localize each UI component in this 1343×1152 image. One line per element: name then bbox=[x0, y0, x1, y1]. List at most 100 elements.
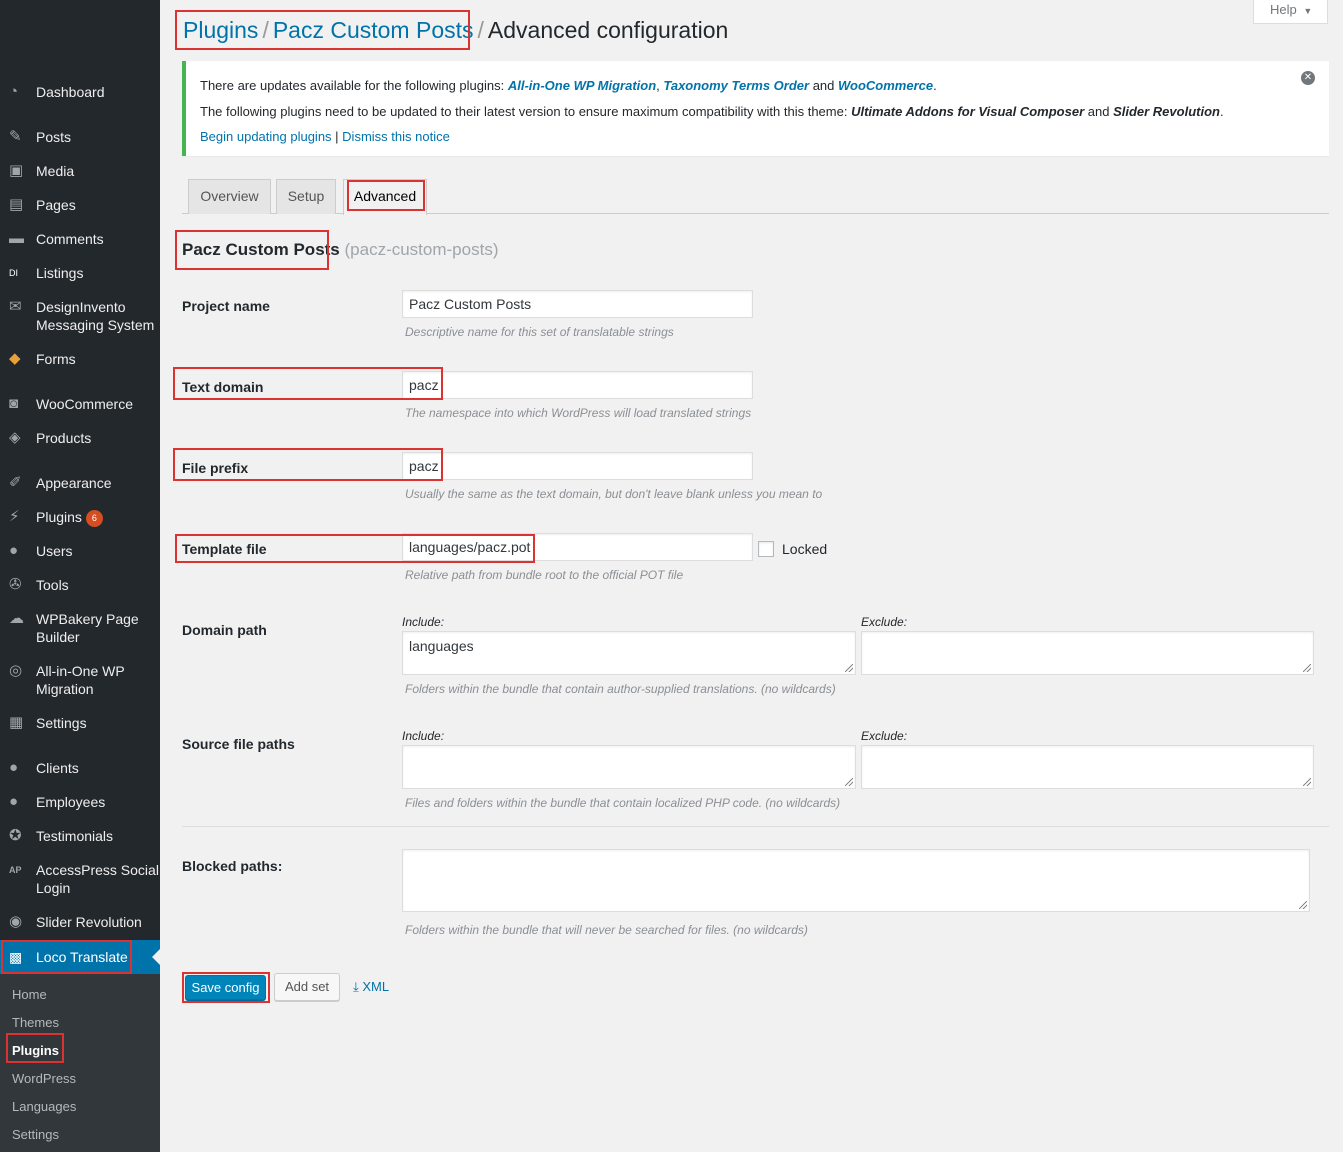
sidebar-item-label: Testimonials bbox=[36, 828, 114, 844]
section-divider bbox=[182, 826, 1329, 827]
locked-label[interactable]: Locked bbox=[782, 540, 827, 558]
domain-path-label: Domain path bbox=[182, 622, 267, 638]
submenu-item-settings[interactable]: Settings bbox=[12, 1127, 59, 1143]
sidebar-item-comments[interactable]: ▬ Comments bbox=[0, 230, 160, 248]
submenu-item-languages[interactable]: Languages bbox=[12, 1099, 76, 1115]
dismiss-notice-link[interactable]: Dismiss this notice bbox=[342, 129, 450, 144]
submenu-item-home[interactable]: Home bbox=[12, 987, 47, 1003]
page-title: Advanced configuration bbox=[487, 17, 729, 43]
help-label: Help bbox=[1270, 2, 1297, 17]
sidebar-item-listings[interactable]: DI Listings bbox=[0, 264, 160, 282]
sidebar-item-tools[interactable]: ✇ Tools bbox=[0, 576, 160, 594]
tab-setup[interactable]: Setup bbox=[276, 179, 336, 214]
sidebar-item-media[interactable]: ▣ Media bbox=[0, 162, 160, 180]
notice-plugin-link[interactable]: All-in-One WP Migration bbox=[508, 78, 656, 93]
breadcrumb-project-link[interactable]: Pacz Custom Posts bbox=[273, 17, 474, 43]
template-file-input[interactable]: languages/pacz.pot bbox=[402, 533, 753, 561]
sidebar-item-clients[interactable]: ● Clients bbox=[0, 759, 160, 777]
sidebar-item-accesspress[interactable]: AP AccessPress Social Login bbox=[0, 861, 160, 897]
domain-include-label: Include: bbox=[402, 615, 445, 629]
media-icon: ▣ bbox=[9, 162, 24, 179]
sidebar-item-label: Listings bbox=[36, 265, 84, 281]
close-icon[interactable]: ✕ bbox=[1301, 71, 1315, 85]
tab-overview[interactable]: Overview bbox=[188, 179, 271, 214]
add-set-button[interactable]: Add set bbox=[274, 973, 340, 1001]
sidebar-item-label: Comments bbox=[36, 231, 104, 247]
sidebar-item-migration[interactable]: ◎ All-in-One WP Migration bbox=[0, 662, 160, 698]
blocked-paths-textarea[interactable] bbox=[402, 849, 1310, 912]
source-paths-label: Source file paths bbox=[182, 736, 295, 752]
submenu-item-plugins[interactable]: Plugins bbox=[12, 1043, 59, 1059]
sidebar-item-products[interactable]: ◈ Products bbox=[0, 429, 160, 447]
clients-icon: ● bbox=[9, 759, 19, 776]
comments-icon: ▬ bbox=[9, 230, 24, 247]
sidebar-item-pages[interactable]: ▤ Pages bbox=[0, 196, 160, 214]
project-title: Pacz Custom Posts bbox=[182, 240, 340, 259]
sidebar-item-wpbakery[interactable]: ☁ WPBakery Page Builder bbox=[0, 610, 160, 646]
sidebar-item-slider-revolution[interactable]: ◉ Slider Revolution bbox=[0, 913, 160, 931]
admin-sidebar: ◔ Dashboard ✎ Posts ▣ Media ▤ Pages ▬ Comment… bbox=[0, 0, 160, 1152]
file-prefix-input[interactable]: pacz bbox=[402, 452, 753, 480]
project-heading: Pacz Custom Posts (pacz-custom-posts) bbox=[182, 238, 498, 262]
testimonials-icon: ✪ bbox=[9, 827, 22, 844]
update-notice: There are updates available for the foll… bbox=[182, 61, 1329, 156]
xml-label: XML bbox=[362, 979, 390, 994]
employees-icon: ● bbox=[9, 793, 19, 810]
notice-plugin-link[interactable]: Taxonomy Terms Order bbox=[663, 78, 809, 93]
sidebar-item-label: Slider Revolution bbox=[36, 914, 142, 930]
source-exclude-label: Exclude: bbox=[861, 729, 908, 743]
domain-exclude-textarea[interactable] bbox=[861, 631, 1314, 675]
sidebar-item-messaging[interactable]: ✉ DesignInvento Messaging System bbox=[0, 298, 160, 334]
breadcrumb-plugins-link[interactable]: Plugins bbox=[183, 17, 258, 43]
settings-icon: ▦ bbox=[9, 714, 24, 731]
sidebar-item-users[interactable]: ● Users bbox=[0, 542, 160, 560]
source-exclude-textarea[interactable] bbox=[861, 745, 1314, 789]
sidebar-item-posts[interactable]: ✎ Posts bbox=[0, 128, 160, 146]
project-name-input[interactable]: Pacz Custom Posts bbox=[402, 290, 753, 318]
sidebar-item-dashboard[interactable]: ◔ Dashboard bbox=[0, 83, 160, 101]
woocommerce-icon: ◙ bbox=[9, 395, 19, 412]
save-config-button[interactable]: Save config bbox=[185, 975, 266, 1000]
source-include-textarea[interactable] bbox=[402, 745, 856, 789]
template-file-label: Template file bbox=[182, 541, 267, 557]
dashboard-icon: ◔ bbox=[9, 83, 19, 100]
tab-advanced[interactable]: Advanced bbox=[343, 179, 427, 215]
domain-include-textarea[interactable]: languages bbox=[402, 631, 856, 675]
sidebar-item-plugins[interactable]: ⚡ Plugins 6 bbox=[0, 508, 160, 527]
domain-exclude-label: Exclude: bbox=[861, 615, 908, 629]
sidebar-item-loco-translate[interactable]: ▩ Loco Translate bbox=[0, 940, 160, 974]
posts-icon: ✎ bbox=[9, 128, 22, 145]
sidebar-item-testimonials[interactable]: ✪ Testimonials bbox=[0, 827, 160, 845]
notice-plugin-name: Slider Revolution bbox=[1113, 104, 1220, 119]
locked-checkbox[interactable] bbox=[758, 541, 774, 557]
help-tab-button[interactable]: Help ▼ bbox=[1253, 0, 1328, 24]
sidebar-item-label: DesignInvento Messaging System bbox=[36, 299, 155, 333]
source-paths-help: Files and folders within the bundle that… bbox=[405, 796, 841, 810]
appearance-icon: ✐ bbox=[9, 474, 22, 491]
text-domain-label: Text domain bbox=[182, 379, 264, 395]
sidebar-item-label: Users bbox=[36, 543, 73, 559]
sidebar-item-label: Settings bbox=[36, 715, 87, 731]
sidebar-item-label: Clients bbox=[36, 760, 79, 776]
wpbakery-icon: ☁ bbox=[9, 610, 24, 627]
sidebar-item-label: AccessPress Social Login bbox=[36, 862, 159, 896]
pages-icon: ▤ bbox=[9, 196, 24, 213]
begin-updating-link[interactable]: Begin updating plugins bbox=[200, 129, 332, 144]
sidebar-item-appearance[interactable]: ✐ Appearance bbox=[0, 474, 160, 492]
sidebar-item-employees[interactable]: ● Employees bbox=[0, 793, 160, 811]
xml-download-link[interactable]: ⤓ XML bbox=[353, 979, 389, 995]
submenu-item-wordpress[interactable]: WordPress bbox=[12, 1071, 76, 1087]
project-slug: (pacz-custom-posts) bbox=[344, 240, 499, 259]
sidebar-item-label: All-in-One WP Migration bbox=[36, 663, 125, 697]
breadcrumb: Plugins / Pacz Custom Posts / Advanced confi… bbox=[183, 14, 728, 46]
notice-text: The following plugins need to be updated… bbox=[200, 104, 852, 119]
sidebar-item-woocommerce[interactable]: ◙ WooCommerce bbox=[0, 395, 160, 413]
chevron-down-icon: ▼ bbox=[1303, 6, 1313, 16]
sidebar-item-label: Loco Translate bbox=[36, 949, 128, 965]
domain-path-help: Folders within the bundle that contain a… bbox=[405, 682, 836, 696]
sidebar-item-forms[interactable]: ◆ Forms bbox=[0, 350, 160, 368]
notice-plugin-link[interactable]: WooCommerce bbox=[838, 78, 933, 93]
submenu-item-themes[interactable]: Themes bbox=[12, 1015, 59, 1031]
text-domain-input[interactable]: pacz bbox=[402, 371, 753, 399]
sidebar-item-settings[interactable]: ▦ Settings bbox=[0, 714, 160, 732]
